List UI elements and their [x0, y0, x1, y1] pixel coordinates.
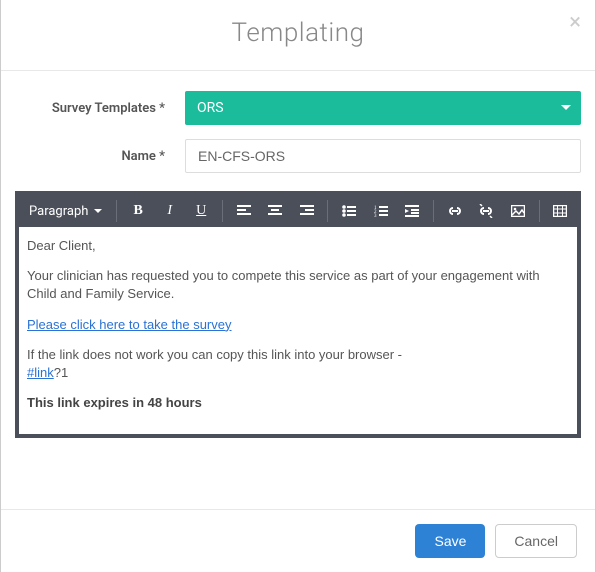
name-label: Name *	[15, 149, 185, 164]
ordered-list-button[interactable]: 123	[368, 199, 394, 223]
survey-link[interactable]: Please click here to take the survey	[27, 317, 232, 332]
name-input[interactable]	[185, 139, 581, 173]
modal-body: Survey Templates * ORS Name * Paragraph	[1, 71, 595, 509]
indent-button[interactable]	[400, 199, 426, 223]
toolbar-separator	[327, 200, 328, 222]
chevron-down-icon	[561, 105, 571, 110]
editor-greeting: Dear Client,	[27, 237, 569, 255]
editor-body-text: Your clinician has requested you to comp…	[27, 267, 569, 303]
cancel-button[interactable]: Cancel	[495, 524, 577, 558]
svg-text:3: 3	[374, 214, 377, 217]
editor-toolbar: Paragraph B I U	[19, 195, 577, 227]
templating-modal: Templating × Survey Templates * ORS Name…	[0, 0, 596, 572]
paragraph-format-label: Paragraph	[29, 204, 88, 219]
unordered-list-button[interactable]	[336, 199, 362, 223]
link-button[interactable]	[442, 199, 468, 223]
bold-button[interactable]: B	[125, 199, 151, 223]
chevron-down-icon	[94, 209, 102, 213]
editor-content[interactable]: Dear Client, Your clinician has requeste…	[19, 227, 577, 434]
align-center-button[interactable]	[262, 199, 288, 223]
toolbar-separator	[116, 200, 117, 222]
toolbar-separator	[433, 200, 434, 222]
align-left-button[interactable]	[231, 199, 257, 223]
survey-templates-row: Survey Templates * ORS	[15, 91, 581, 125]
modal-title: Templating	[1, 18, 595, 48]
save-button[interactable]: Save	[415, 524, 485, 558]
expiry-notice: This link expires in 48 hours	[27, 394, 569, 412]
modal-footer: Save Cancel	[1, 509, 595, 572]
table-button[interactable]	[548, 199, 574, 223]
rich-text-editor: Paragraph B I U	[15, 191, 581, 438]
raw-link[interactable]: #link	[27, 365, 54, 380]
survey-templates-value: ORS	[197, 100, 224, 116]
image-button[interactable]	[505, 199, 531, 223]
fallback-text: If the link does not work you can copy t…	[27, 347, 402, 362]
survey-templates-select[interactable]: ORS	[185, 91, 581, 125]
raw-link-query: ?1	[54, 365, 68, 380]
unlink-button[interactable]	[474, 199, 500, 223]
toolbar-separator	[539, 200, 540, 222]
survey-templates-label: Survey Templates *	[15, 101, 185, 116]
name-row: Name *	[15, 139, 581, 173]
close-icon[interactable]: ×	[569, 12, 581, 34]
italic-button[interactable]: I	[157, 199, 183, 223]
paragraph-format-select[interactable]: Paragraph	[23, 200, 108, 223]
toolbar-separator	[222, 200, 223, 222]
underline-button[interactable]: U	[188, 199, 214, 223]
align-right-button[interactable]	[294, 199, 320, 223]
modal-header: Templating ×	[1, 0, 595, 71]
